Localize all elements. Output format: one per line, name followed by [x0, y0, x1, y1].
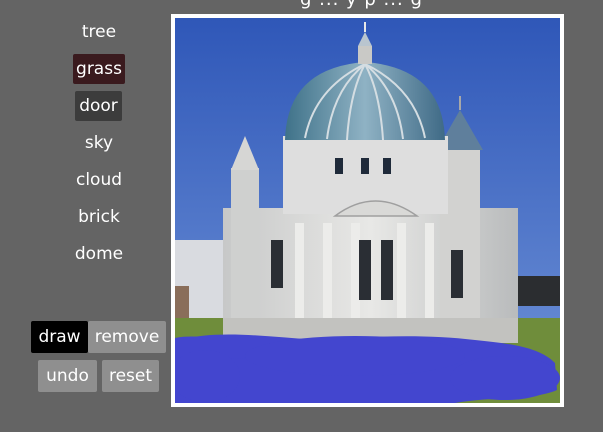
undo-button[interactable]: undo: [38, 360, 97, 392]
label-cloud[interactable]: cloud: [68, 165, 130, 195]
label-door[interactable]: door: [75, 91, 122, 121]
reset-button[interactable]: reset: [102, 360, 159, 392]
drawing-canvas[interactable]: [171, 14, 564, 407]
label-grass[interactable]: grass: [73, 54, 125, 84]
header-text: g ... y p ... g: [300, 0, 423, 10]
label-dome[interactable]: dome: [68, 239, 130, 269]
generated-building-image: [175, 18, 560, 403]
label-brick[interactable]: brick: [68, 202, 130, 232]
remove-button[interactable]: remove: [88, 321, 166, 353]
label-tree[interactable]: tree: [73, 17, 125, 47]
draw-button[interactable]: draw: [31, 321, 88, 353]
label-sky[interactable]: sky: [73, 128, 125, 158]
